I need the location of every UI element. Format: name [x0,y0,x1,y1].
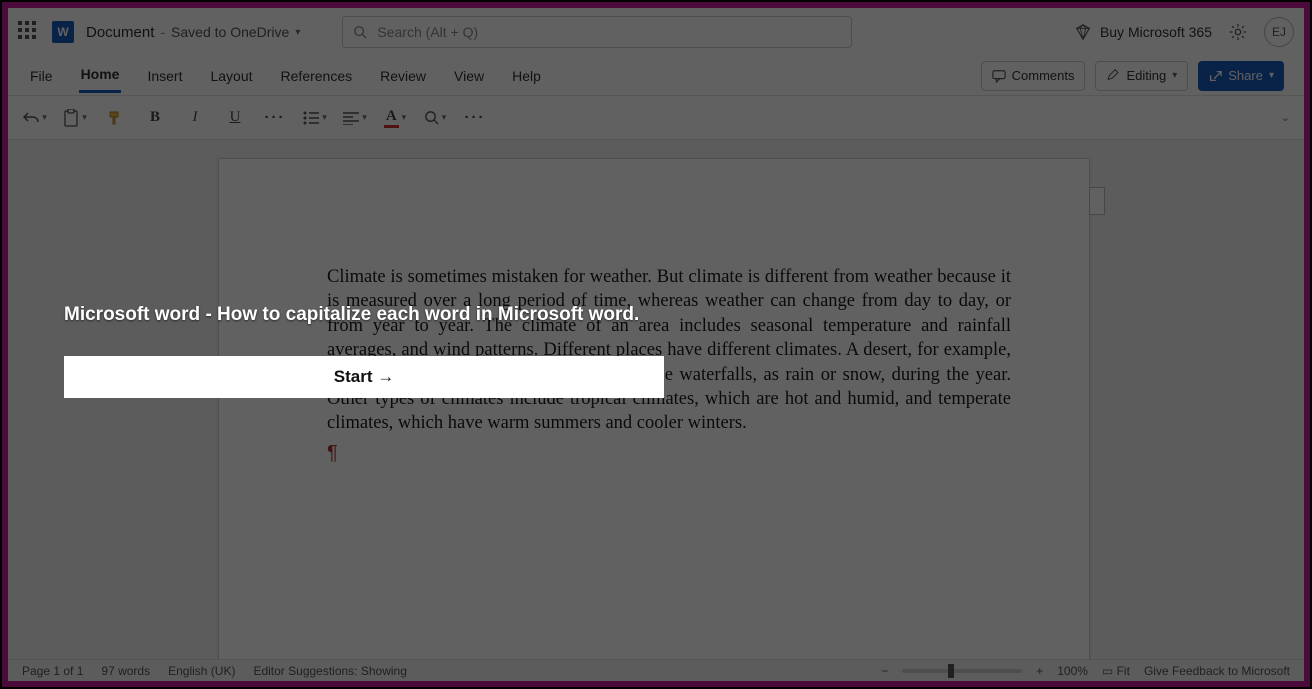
tutorial-title: Microsoft word - How to capitalize each … [64,304,664,326]
tutorial-overlay: Microsoft word - How to capitalize each … [64,304,664,398]
start-button[interactable]: Start → [64,356,664,398]
